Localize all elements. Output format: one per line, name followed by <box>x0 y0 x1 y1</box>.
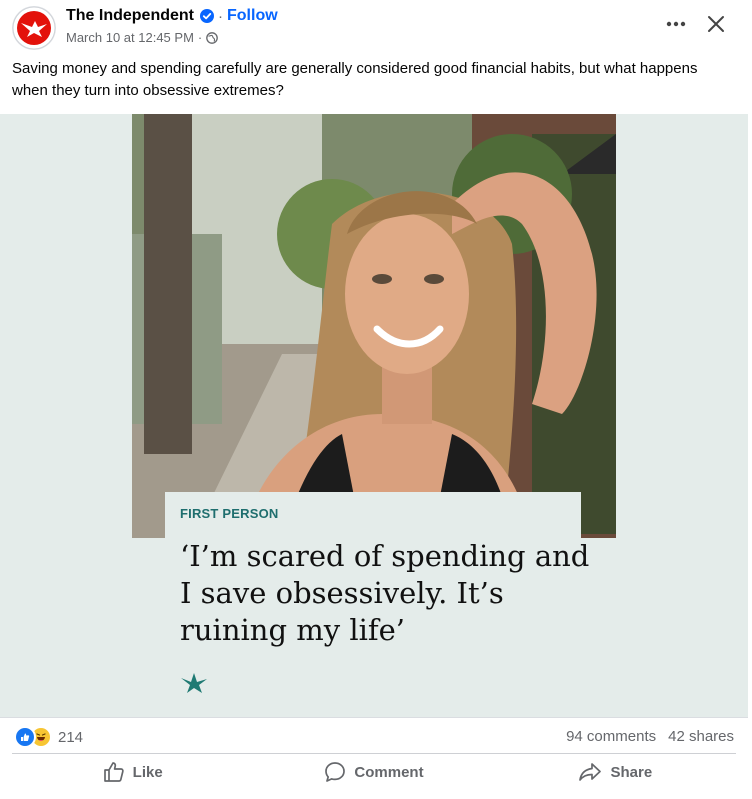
more-icon <box>666 21 686 27</box>
like-button[interactable]: Like <box>12 756 253 788</box>
independent-eagle-logo-icon <box>12 6 56 50</box>
separator-dot: · <box>218 7 223 25</box>
thumbs-up-icon <box>103 762 124 782</box>
verified-badge-icon <box>200 9 214 23</box>
post-actions: Like Comment Share <box>12 756 736 788</box>
media-divider <box>0 717 748 718</box>
close-button[interactable] <box>702 10 730 38</box>
page-name-row: The Independent · Follow <box>66 6 278 26</box>
actions-divider <box>12 753 736 754</box>
facebook-post: The Independent · Follow March 10 at 12:… <box>0 0 752 799</box>
article-headline: ‘I’m scared of spending and I save obses… <box>180 539 590 647</box>
comments-count[interactable]: 94 comments <box>566 728 656 745</box>
post-header: The Independent · Follow March 10 at 12:… <box>0 0 752 56</box>
like-label: Like <box>132 763 163 781</box>
more-options-button[interactable] <box>662 10 690 38</box>
shares-count[interactable]: 42 shares <box>668 728 734 745</box>
share-button[interactable]: Share <box>495 756 736 788</box>
comments-shares: 94 comments 42 shares <box>566 728 734 745</box>
share-arrow-icon <box>579 763 602 781</box>
globe-icon <box>206 31 219 44</box>
comment-label: Comment <box>354 763 424 781</box>
post-meta: March 10 at 12:45 PM · <box>66 30 219 45</box>
post-timestamp[interactable]: March 10 at 12:45 PM <box>66 30 194 45</box>
close-icon <box>708 16 724 32</box>
comment-bubble-icon <box>325 762 346 782</box>
page-name[interactable]: The Independent <box>66 7 194 25</box>
section-label: FIRST PERSON <box>180 506 279 521</box>
like-reaction-icon <box>14 726 36 748</box>
article-photo <box>132 114 616 538</box>
engagement-stats: 214 94 comments 42 shares <box>0 722 748 754</box>
comment-button[interactable]: Comment <box>253 756 494 788</box>
page-avatar[interactable] <box>12 6 56 50</box>
post-media[interactable]: FIRST PERSON ‘I’m scared of spending and… <box>0 114 748 718</box>
reactions-summary[interactable]: 214 <box>14 726 83 748</box>
reaction-count: 214 <box>58 728 84 746</box>
eagle-logo-icon <box>181 673 207 693</box>
share-label: Share <box>610 763 653 781</box>
meta-separator: · <box>197 30 203 45</box>
follow-button[interactable]: Follow <box>227 7 278 25</box>
post-caption: Saving money and spending carefully are … <box>12 60 698 99</box>
